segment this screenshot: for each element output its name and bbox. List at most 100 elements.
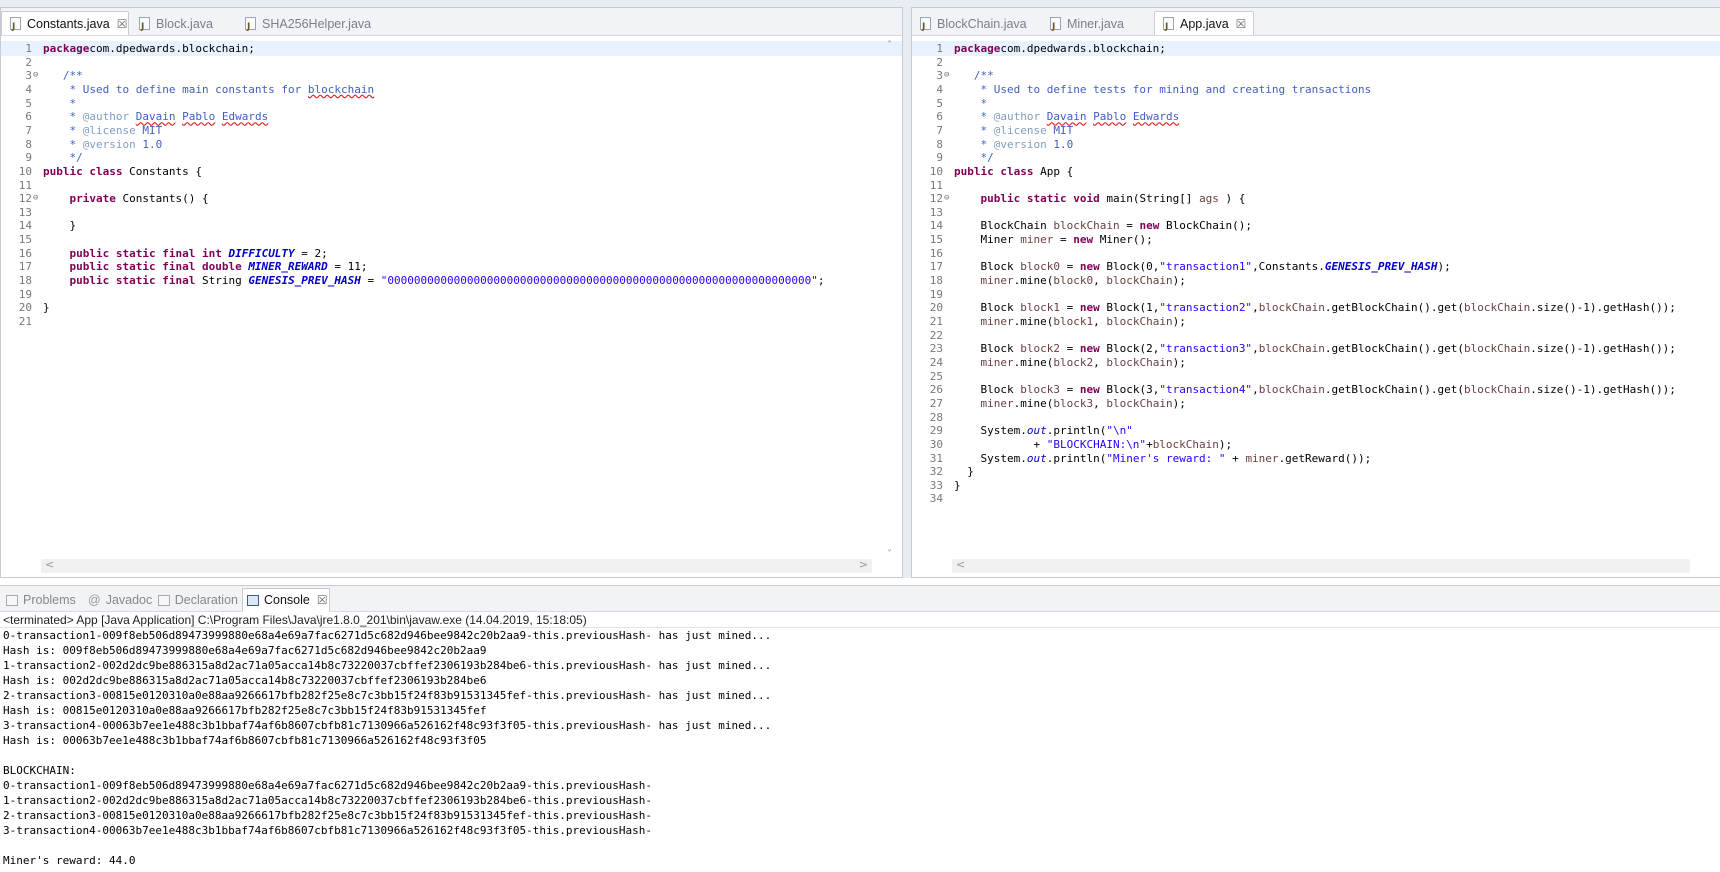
console-tabbar: Problems @ Javadoc Declaration Console ☒ bbox=[0, 586, 1720, 612]
code-token: , bbox=[1252, 301, 1259, 315]
code-token: = 11; bbox=[327, 260, 368, 274]
close-icon[interactable]: ☒ bbox=[317, 588, 328, 612]
code-token: blockchain bbox=[307, 82, 375, 96]
declaration-icon bbox=[158, 594, 170, 606]
code-token: = bbox=[1059, 260, 1080, 274]
scroll-up-icon[interactable]: ˄ bbox=[887, 40, 892, 51]
code-token: Edwards bbox=[1132, 110, 1180, 124]
code-token: Block bbox=[954, 383, 1021, 397]
code-token: * bbox=[43, 96, 77, 110]
code-token: MIT bbox=[1046, 123, 1074, 137]
code-token: , bbox=[1093, 355, 1107, 369]
java-file-icon bbox=[10, 15, 21, 35]
tab-problems[interactable]: Problems bbox=[2, 588, 76, 612]
code-token: Constants() { bbox=[115, 192, 209, 206]
terminated-status: <terminated> App [Java Application] C:\P… bbox=[0, 612, 1720, 628]
console-output[interactable]: 0-transaction1-009f8eb506d89473999880e68… bbox=[0, 628, 1720, 868]
code-editor-left[interactable]: 1 packagecom.dpedwards.blockchain; 2 3 ⊖ /**… bbox=[1, 37, 902, 557]
code-token: Block(3, bbox=[1099, 383, 1160, 397]
code-token: , bbox=[1252, 342, 1259, 356]
code-token: Block bbox=[954, 342, 1021, 356]
code-line[interactable]: 21 bbox=[1, 314, 902, 329]
horizontal-scrollbar[interactable]: < bbox=[952, 558, 1690, 573]
tab-label: Problems bbox=[23, 593, 76, 607]
code-token: new bbox=[1079, 301, 1100, 315]
code-token: "transaction3" bbox=[1159, 342, 1253, 356]
code-token: = bbox=[1059, 301, 1080, 315]
horizontal-scrollbar[interactable]: < > bbox=[41, 558, 872, 573]
code-token: ) { bbox=[1218, 192, 1246, 206]
vertical-scrollbar[interactable]: ˄ ˅ bbox=[886, 40, 898, 560]
console-output-line: 2-transaction3-00815e0120310a0e88aa92666… bbox=[3, 689, 772, 702]
editor-splitter[interactable] bbox=[903, 7, 911, 578]
scroll-left-icon[interactable]: < bbox=[45, 558, 54, 571]
code-token: .getBlockChain().get( bbox=[1324, 383, 1464, 397]
code-token: public static final bbox=[69, 274, 196, 288]
code-token: @author bbox=[82, 110, 130, 124]
java-file-icon bbox=[920, 15, 931, 35]
tab-block-java[interactable]: Block.java bbox=[131, 11, 241, 35]
tab-app-java[interactable]: App.java ☒ bbox=[1154, 11, 1254, 36]
code-token: "transaction4" bbox=[1159, 383, 1253, 397]
code-token: .mine( bbox=[1013, 355, 1054, 369]
tab-miner-java[interactable]: Miner.java bbox=[1042, 11, 1142, 35]
code-token: miner bbox=[980, 396, 1014, 410]
line-number: 21 bbox=[18, 315, 32, 328]
code-token: blockChain bbox=[1464, 383, 1531, 397]
code-token: } bbox=[954, 478, 961, 492]
console-output-line: 1-transaction2-002d2dc9be886315a8d2ac71a… bbox=[3, 659, 772, 672]
code-token: BlockChain(); bbox=[1159, 219, 1253, 233]
code-token: "transaction1" bbox=[1159, 260, 1253, 274]
code-token: Block(2, bbox=[1099, 342, 1160, 356]
code-token: + bbox=[1225, 451, 1246, 465]
code-token: Block bbox=[954, 260, 1021, 274]
code-editor-right[interactable]: 1 packagecom.dpedwards.blockchain; 2 3 ⊖ /**… bbox=[912, 37, 1720, 557]
code-token: * bbox=[954, 110, 994, 124]
code-token: DIFFICULTY bbox=[228, 246, 295, 260]
console-output-line: 3-transaction4-00063b7ee1e488c3b1bbaf74a… bbox=[3, 824, 653, 837]
console-panel: Problems @ Javadoc Declaration Console ☒… bbox=[0, 585, 1720, 872]
at-icon: @ bbox=[88, 593, 101, 607]
code-token: .size()-1).getHash()); bbox=[1530, 342, 1676, 356]
scroll-left-icon[interactable]: < bbox=[956, 558, 965, 571]
code-token: .getReward()); bbox=[1278, 451, 1372, 465]
code-token: blockChain bbox=[1106, 274, 1173, 288]
code-token: new bbox=[1079, 260, 1100, 274]
java-file-icon bbox=[139, 15, 150, 35]
tab-sha256helper-java[interactable]: SHA256Helper.java bbox=[237, 11, 377, 35]
console-output-line: 1-transaction2-002d2dc9be886315a8d2ac71a… bbox=[3, 794, 653, 807]
code-token: .size()-1).getHash()); bbox=[1530, 383, 1676, 397]
problems-icon bbox=[6, 594, 18, 606]
code-token: Edwards bbox=[221, 110, 269, 124]
code-token: .mine( bbox=[1013, 274, 1054, 288]
close-icon[interactable]: ☒ bbox=[1236, 12, 1247, 36]
scroll-right-icon[interactable]: > bbox=[859, 558, 868, 571]
code-token: = bbox=[360, 274, 381, 288]
tab-label: SHA256Helper.java bbox=[262, 16, 372, 31]
tab-constants-java[interactable]: Constants.java ☒ bbox=[1, 11, 129, 36]
code-token: public bbox=[43, 164, 83, 178]
code-token: ); bbox=[1172, 315, 1186, 328]
code-token: block2 bbox=[1053, 355, 1094, 369]
tab-javadoc[interactable]: @ Javadoc bbox=[84, 588, 154, 612]
tab-console[interactable]: Console ☒ bbox=[242, 588, 330, 612]
code-token: , bbox=[1252, 383, 1259, 397]
code-token: block3 bbox=[1020, 383, 1060, 397]
code-line[interactable]: 34 bbox=[912, 491, 1720, 506]
code-token: block1 bbox=[1020, 301, 1060, 315]
code-token: * Used to define tests for mining and cr… bbox=[954, 82, 1372, 96]
code-token: GENESIS_PREV_HASH bbox=[1324, 260, 1438, 274]
code-token: miner bbox=[980, 274, 1014, 288]
scroll-down-icon[interactable]: ˅ bbox=[887, 549, 892, 560]
close-icon[interactable]: ☒ bbox=[117, 12, 128, 36]
code-token: */ bbox=[954, 151, 994, 165]
code-token: out bbox=[1026, 451, 1047, 465]
code-token: miner bbox=[980, 315, 1014, 328]
tab-blockchain-java[interactable]: BlockChain.java bbox=[912, 11, 1030, 35]
tab-declaration[interactable]: Declaration bbox=[154, 588, 238, 612]
